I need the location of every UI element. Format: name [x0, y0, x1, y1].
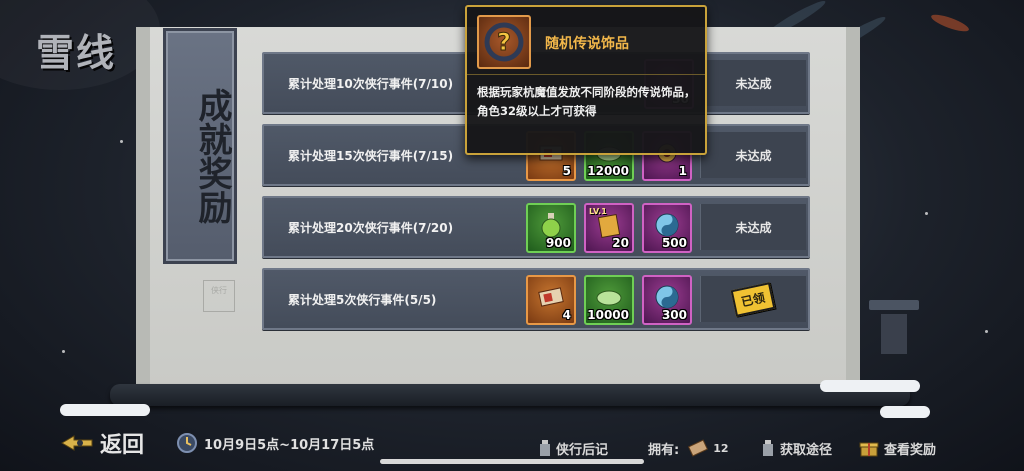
achievement-label: 累计处理15次侠行事件(7/15) [288, 148, 454, 163]
reward-item[interactable]: 300 [642, 275, 692, 325]
item-tooltip: ? 随机传说饰品 根据玩家杭魔值发放不同阶段的传说饰品，角色32级以上才可获得 [465, 5, 707, 155]
snowflake [925, 212, 928, 215]
status-cell: 未达成 [700, 204, 806, 250]
item-quantity: 300 [661, 308, 687, 322]
achievement-banner: 成就奖励 [163, 28, 237, 264]
tooltip-title: 随机传说饰品 [545, 36, 629, 52]
seal-stamp: 侠行 [203, 280, 235, 312]
item-quantity: 1 [678, 164, 687, 178]
scroll-ticket-icon [538, 287, 564, 307]
maple-leaf [929, 11, 971, 35]
event-logo: 雪线 [36, 30, 117, 75]
status-cell: 已领 [700, 276, 806, 322]
record-link[interactable]: 侠行后记 [538, 436, 608, 460]
claimed-stamp: 已领 [731, 281, 776, 317]
achievement-label: 累计处理20次侠行事件(7/20) [288, 220, 454, 235]
mystery-accessory-icon: ? [477, 15, 531, 69]
date-range: 10月9日5点~10月17日5点 [204, 437, 375, 453]
status-text: 未达成 [735, 76, 772, 91]
achievement-label: 累计处理5次侠行事件(5/5) [288, 292, 437, 307]
item-quantity: 20 [612, 236, 629, 250]
question-mark-icon: ? [484, 22, 524, 62]
back-button[interactable]: 返回 [60, 428, 144, 458]
ink-bottle-icon [540, 440, 550, 456]
owned-label: 拥有: [648, 442, 680, 458]
snow-cap [880, 406, 930, 418]
clock-icon [177, 433, 197, 453]
tooltip-description: 根据玩家杭魔值发放不同阶段的传说饰品，角色32级以上才可获得 [477, 85, 696, 118]
snowflake [62, 350, 65, 353]
yin-yang-icon [655, 285, 679, 309]
skill-book-icon [597, 214, 621, 239]
status-text: 未达成 [735, 220, 772, 235]
snowflake [985, 330, 988, 333]
yin-yang-icon [655, 213, 679, 237]
reward-item[interactable]: LV.1 20 [584, 203, 634, 253]
snow-cap [820, 380, 920, 392]
home-indicator[interactable] [380, 459, 644, 464]
stone-lantern [869, 300, 919, 380]
view-rewards-link[interactable]: 查看奖励 [858, 436, 936, 460]
reward-label: 查看奖励 [884, 442, 937, 458]
silver-ingot-icon [596, 290, 622, 306]
item-quantity: 500 [661, 236, 687, 250]
event-period: 10月9日5点~10月17日5点 [176, 430, 374, 456]
item-quantity: 10000 [587, 308, 629, 322]
svg-text:?: ? [497, 28, 511, 56]
reward-item[interactable]: 500 [642, 203, 692, 253]
record-label: 侠行后记 [556, 442, 609, 458]
snow-cap [60, 404, 150, 416]
item-quantity: 5 [562, 164, 571, 178]
reward-item[interactable]: 4 [526, 275, 576, 325]
ink-bottle-icon [763, 440, 773, 456]
owned-count: 12 [713, 441, 729, 455]
reward-item[interactable]: 10000 [584, 275, 634, 325]
source-label: 获取途径 [780, 442, 833, 458]
status-cell: 未达成 [700, 132, 806, 178]
back-arrow-icon [61, 435, 93, 451]
scroll-rod [110, 384, 910, 406]
item-quantity: 12000 [587, 164, 629, 178]
status-cell: 未达成 [700, 60, 806, 106]
achievement-label: 累计处理10次侠行事件(7/10) [288, 76, 454, 91]
item-quantity: 4 [562, 308, 571, 322]
owned-counter: 拥有: 12 [648, 436, 729, 460]
banner-title: 成就奖励 [192, 88, 232, 224]
reward-item[interactable]: 900 [526, 203, 576, 253]
status-text: 未达成 [735, 148, 772, 163]
snowflake [120, 140, 123, 143]
achievement-row: 累计处理5次侠行事件(5/5) 4 10000 300 已领 [262, 268, 810, 330]
item-quantity: 900 [545, 236, 571, 250]
scroll-token-icon [688, 439, 709, 457]
gift-box-icon [859, 442, 879, 457]
tooltip-header: ? 随机传说饰品 [467, 7, 705, 75]
back-label: 返回 [100, 432, 145, 458]
achievement-row: 累计处理20次侠行事件(7/20) 900 LV.1 20 500 未达成 [262, 196, 810, 258]
acquire-source-link[interactable]: 获取途径 [760, 436, 832, 460]
